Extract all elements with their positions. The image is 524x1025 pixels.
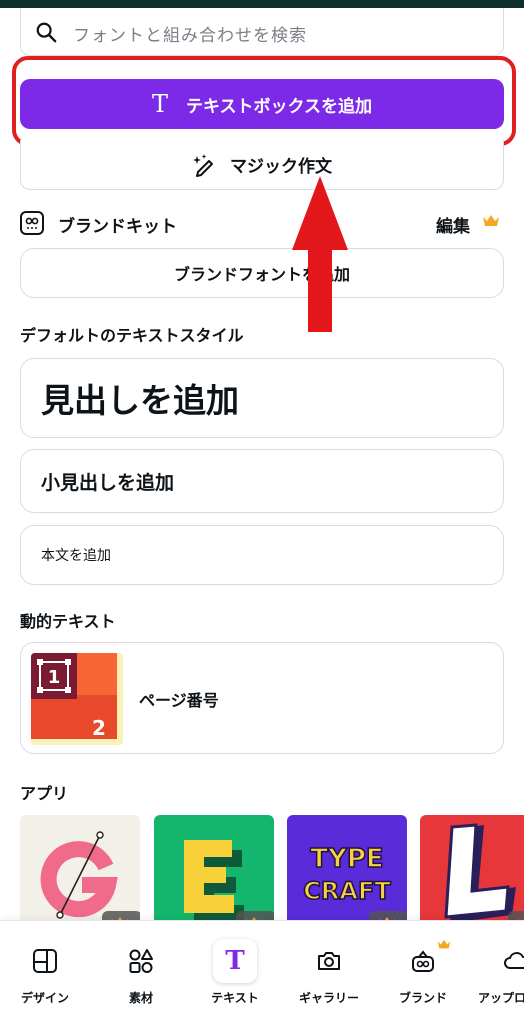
add-body-text-label: 本文を追加 xyxy=(41,548,111,564)
apps-title: アプリ xyxy=(20,784,69,803)
brand-kit-icon xyxy=(20,211,44,235)
camera-icon xyxy=(307,939,351,983)
bottom-nav: デザイン 素材 T テキスト ギャラリー ブランド アップロ xyxy=(0,920,524,1025)
search-placeholder: フォントと組み合わせを検索 xyxy=(73,26,307,46)
app-tile-g-logo[interactable] xyxy=(20,815,140,920)
page-number-label: ページ番号 xyxy=(139,691,219,710)
nav-text-label: テキスト xyxy=(211,991,259,1005)
app-tile-e-letter[interactable] xyxy=(154,815,274,920)
nav-brand[interactable]: ブランド xyxy=(378,939,468,1019)
nav-design-label: デザイン xyxy=(20,991,69,1005)
app-tile-l-letter[interactable] xyxy=(420,815,524,920)
thumb-number-2: 2 xyxy=(92,716,106,740)
red-arrow-annotation xyxy=(292,176,348,332)
svg-text:CRAFT: CRAFT xyxy=(303,877,391,905)
brand-kit-title: ブランドキット xyxy=(58,217,177,237)
dynamic-text-title: 動的テキスト xyxy=(20,612,116,631)
page-number-thumbnail: 1 2 xyxy=(31,653,123,745)
magic-write-button[interactable]: マジック作文 xyxy=(20,140,504,190)
crown-icon xyxy=(437,939,451,949)
nav-gallery[interactable]: ギャラリー xyxy=(284,939,374,1019)
magic-write-label: マジック作文 xyxy=(230,157,332,177)
page-number-item[interactable]: 1 2 ページ番号 xyxy=(20,642,504,754)
nav-gallery-label: ギャラリー xyxy=(298,991,359,1005)
nav-design[interactable]: デザイン xyxy=(0,939,90,1019)
add-heading-button[interactable]: 見出しを追加 xyxy=(20,358,504,438)
text-T-icon: T xyxy=(152,90,169,118)
add-heading-label: 見出しを追加 xyxy=(41,381,239,420)
nav-elements-label: 素材 xyxy=(128,991,153,1005)
add-textbox-button[interactable]: T テキストボックスを追加 xyxy=(20,79,504,129)
brand-kit-edit-link[interactable]: 編集 xyxy=(436,212,470,237)
search-field[interactable]: フォントと組み合わせを検索 xyxy=(20,8,504,56)
nav-elements[interactable]: 素材 xyxy=(96,939,186,1019)
crown-icon xyxy=(483,215,499,226)
nav-brand-label: ブランド xyxy=(398,991,447,1005)
search-icon xyxy=(36,22,57,43)
nav-upload-label: アップロ xyxy=(478,991,524,1005)
apps-row: TYPE CRAFT xyxy=(20,815,524,920)
add-brand-font-button[interactable]: ブランドフォントを追加 xyxy=(20,248,504,298)
default-styles-title: デフォルトのテキストスタイル xyxy=(20,326,244,345)
svg-text:TYPE: TYPE xyxy=(310,844,383,874)
nav-text[interactable]: T テキスト xyxy=(190,939,280,1019)
app-tile-typecraft[interactable]: TYPE CRAFT xyxy=(287,815,407,920)
magic-pen-icon xyxy=(193,153,213,177)
top-strip xyxy=(0,0,524,8)
elements-shapes-icon xyxy=(119,939,163,983)
add-subheading-button[interactable]: 小見出しを追加 xyxy=(20,449,504,513)
text-T-icon: T xyxy=(213,939,257,983)
brand-kit-row: ブランドキット 編集 xyxy=(20,206,504,240)
design-layout-icon xyxy=(23,939,67,983)
nav-upload[interactable]: アップロ xyxy=(470,939,524,1019)
brand-icon xyxy=(401,939,451,983)
thumb-number-1: 1 xyxy=(48,667,61,688)
add-body-text-button[interactable]: 本文を追加 xyxy=(20,525,504,585)
upload-cloud-icon xyxy=(494,939,524,983)
add-textbox-label: テキストボックスを追加 xyxy=(186,96,372,117)
add-subheading-label: 小見出しを追加 xyxy=(41,471,175,494)
